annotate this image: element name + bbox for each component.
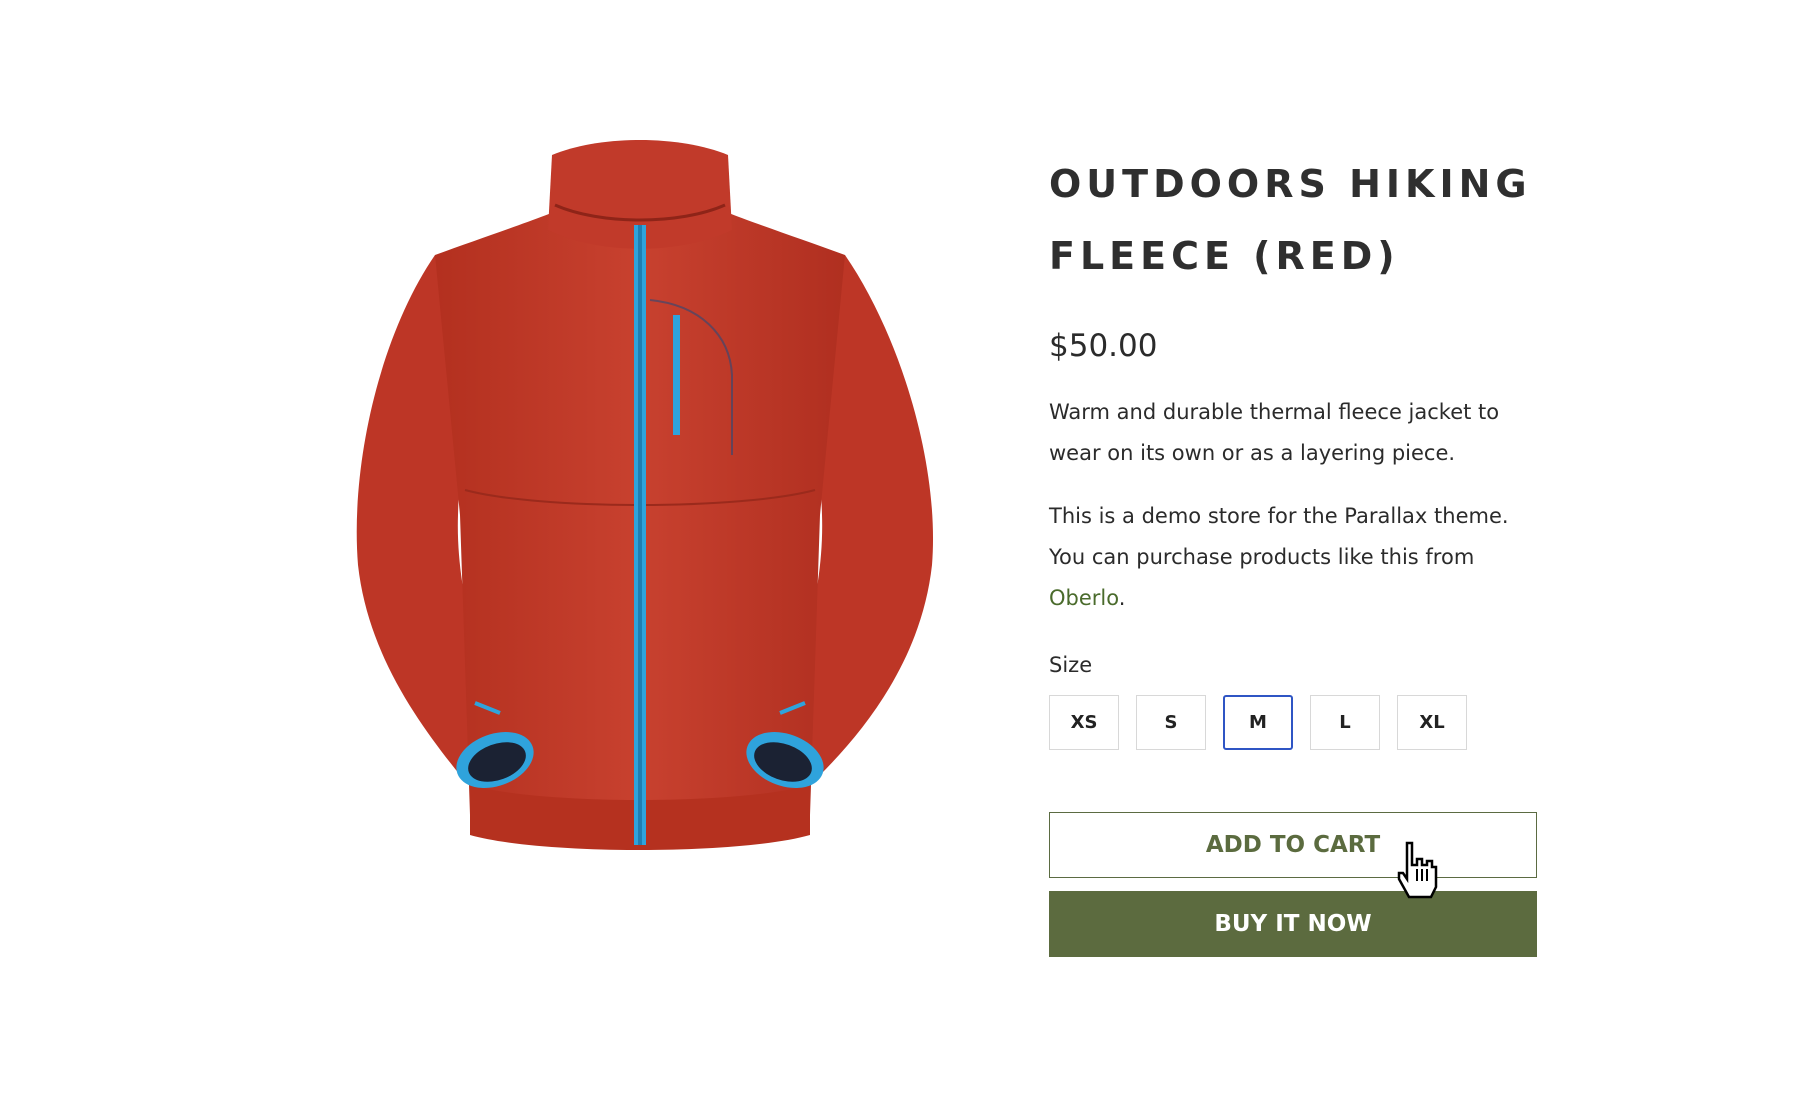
product-image[interactable] [340, 135, 980, 895]
hand-pointer-cursor-icon [1397, 841, 1438, 899]
demo-store-note: This is a demo store for the Parallax th… [1049, 496, 1529, 619]
add-to-cart-button[interactable]: ADD TO CART [1049, 812, 1537, 899]
add-to-cart-label: ADD TO CART [1205, 832, 1381, 858]
size-option-xl[interactable]: XL [1397, 695, 1467, 750]
oberlo-link[interactable]: Oberlo [1049, 586, 1119, 610]
demo-note-text: This is a demo store for the Parallax th… [1049, 504, 1509, 569]
buy-it-now-label: BUY IT NOW [1214, 911, 1372, 937]
size-option-l[interactable]: L [1310, 695, 1380, 750]
size-option-xs[interactable]: XS [1049, 695, 1119, 750]
jacket-illustration [356, 140, 934, 850]
product-price: $50.00 [1049, 328, 1158, 364]
product-info: OUTDOORS HIKING FLEECE (RED) $50.00 Warm… [1049, 148, 1549, 957]
product-description: Warm and durable thermal fleece jacket t… [1049, 400, 1500, 465]
product-page: OUTDOORS HIKING FLEECE (RED) $50.00 Warm… [0, 0, 1804, 1098]
buy-it-now-button[interactable]: BUY IT NOW [1049, 891, 1537, 957]
product-title: OUTDOORS HIKING FLEECE (RED) [1049, 162, 1532, 278]
demo-note-suffix: . [1118, 586, 1126, 610]
size-label: Size [1049, 653, 1093, 677]
size-selector: XS S M L XL [1049, 695, 1549, 750]
size-option-m[interactable]: M [1223, 695, 1293, 750]
size-option-s[interactable]: S [1136, 695, 1206, 750]
